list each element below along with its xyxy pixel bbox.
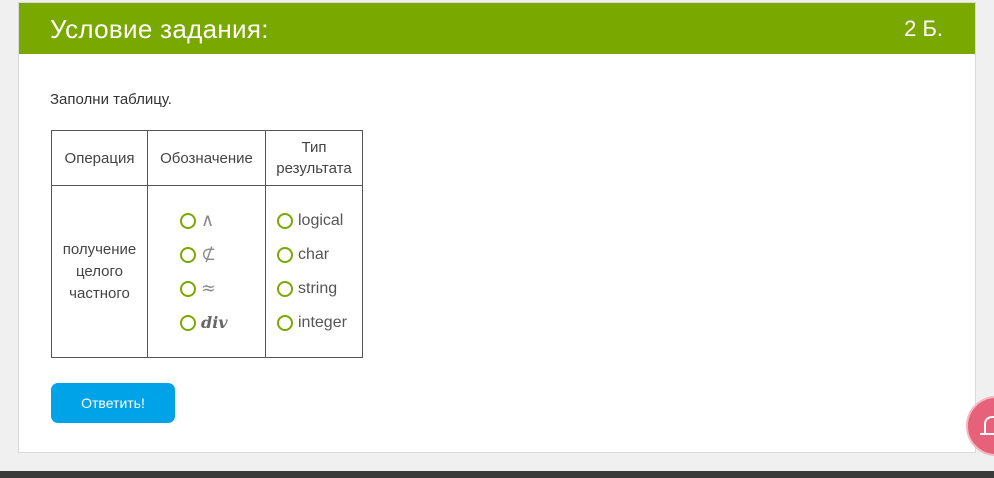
window-bottom-bar [0,471,994,478]
type-cell: logical char string integer [265,185,363,358]
operation-cell: получение целого частного [51,185,148,358]
radio-button[interactable] [180,314,196,331]
task-table: Операция Обозначение Тип результата полу… [51,130,363,358]
header-result-type-line1: Тип [301,139,327,156]
radio-button[interactable] [180,280,196,297]
symbol-label: ∧ [201,210,215,231]
table-header-row: Операция Обозначение Тип результата [51,130,363,186]
operation-text: получение целого частного [52,239,147,305]
task-card: Условие задания: 2 Б. Заполни таблицу. О… [18,2,976,453]
radio-button[interactable] [277,280,293,297]
type-label: logical [298,211,344,229]
bell-base [980,433,994,435]
symbol-label: ≈ [201,278,217,299]
type-option-char[interactable]: char [266,238,362,272]
symbol-options: ∧ ⊄ ≈ div [148,204,265,340]
type-option-logical[interactable]: logical [266,204,362,238]
header-result-type-line2: результата [276,160,352,177]
radio-button[interactable] [277,246,293,263]
task-header: Условие задания: 2 Б. [19,3,975,54]
radio-button[interactable] [277,212,293,229]
type-label: integer [298,313,347,331]
symbol-option-not-subset[interactable]: ⊄ [148,238,265,272]
symbol-label: div [201,313,228,332]
answer-button[interactable]: Ответить! [51,383,175,423]
task-prompt: Заполни таблицу. [50,91,172,108]
task-title: Условие задания: [50,14,269,44]
header-symbol: Обозначение [147,130,266,186]
operation-line2: целого [75,262,123,280]
operation-line1: получение [62,240,137,258]
header-operation: Операция [51,130,148,186]
radio-button[interactable] [180,212,196,229]
symbol-label: ⊄ [201,244,217,265]
type-option-integer[interactable]: integer [266,306,362,340]
symbol-cell: ∧ ⊄ ≈ div [147,185,266,358]
type-option-string[interactable]: string [266,272,362,306]
symbol-option-div[interactable]: div [148,306,265,340]
operation-line3: частного [69,284,130,302]
table-row: получение целого частного ∧ ⊄ ≈ div logi… [51,185,363,358]
symbol-option-approx[interactable]: ≈ [148,272,265,306]
type-label: string [298,279,338,297]
radio-button[interactable] [277,314,293,331]
type-options: logical char string integer [266,204,362,340]
symbol-option-and[interactable]: ∧ [148,204,265,238]
header-result-type: Тип результата [265,130,363,186]
bell-icon [984,416,994,434]
radio-button[interactable] [180,246,196,263]
task-points: 2 Б. [904,16,943,41]
type-label: char [298,245,330,263]
